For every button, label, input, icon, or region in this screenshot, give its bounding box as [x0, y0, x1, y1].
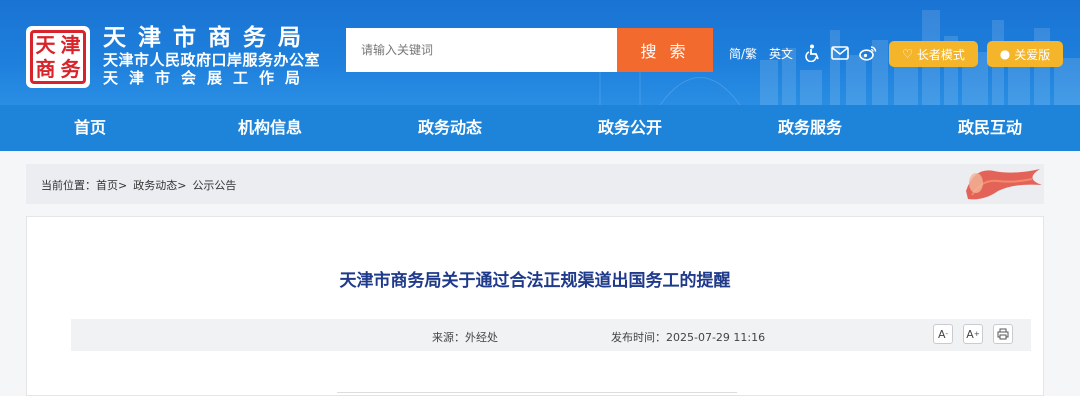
site-title-main: 天津市商务局 [103, 25, 313, 51]
font-larger-label: A [966, 327, 974, 341]
site-title-sub: 天津市人民政府口岸服务办公室 [103, 51, 321, 69]
elder-mode-label: 长者模式 [916, 47, 965, 62]
weibo-icon[interactable] [859, 45, 877, 61]
site-header: 天 津 商 务 天津市商务局 天津市人民政府口岸服务办公室 天津市会展工作局 搜… [0, 0, 1080, 105]
site-titles: 天津市商务局 天津市人民政府口岸服务办公室 天津市会展工作局 [103, 25, 320, 87]
article-panel: 天津市商务局关于通过合法正规渠道出国务工的提醒 来源：外经处 发布时间：2025… [26, 216, 1044, 396]
nav-item-public-interaction[interactable]: 政民互动 [900, 105, 1080, 151]
care-icon: ● [999, 47, 1011, 61]
breadcrumb-trail: 当前位置： 首页> 政务动态> 公示公告 [41, 177, 236, 193]
header-tools: 简/繁 英文 [729, 44, 887, 62]
english-link[interactable]: 英文 [769, 45, 793, 62]
seal-char: 津 [60, 33, 81, 57]
site-title-sub2: 天津市会展工作局 [103, 69, 312, 87]
breadcrumb-news[interactable]: 政务动态> [133, 177, 186, 193]
seal-char: 务 [60, 57, 81, 81]
elder-icon: ♡ [902, 47, 913, 61]
nav-item-government-news[interactable]: 政务动态 [360, 105, 540, 151]
simplified-traditional-toggle[interactable]: 简/繁 [729, 45, 757, 62]
wheelchair-icon[interactable] [805, 44, 821, 62]
article-date: 发布时间：2025-07-29 11:16 [611, 331, 766, 344]
nav-item-home[interactable]: 首页 [0, 105, 180, 151]
font-larger-button[interactable]: A + [963, 324, 983, 344]
seal-char: 商 [35, 57, 56, 81]
elder-mode-button[interactable]: ♡ 长者模式 [889, 41, 978, 67]
breadcrumb-prefix: 当前位置： [41, 179, 96, 192]
seal-mark: 天 津 商 务 [30, 30, 86, 84]
care-version-label: 关爱版 [1014, 47, 1051, 62]
site-logo[interactable]: 天 津 商 务 [26, 26, 90, 88]
breadcrumb: 当前位置： 首页> 政务动态> 公示公告 [26, 164, 1044, 204]
care-version-button[interactable]: ● 关爱版 [987, 41, 1063, 67]
nav-item-organization[interactable]: 机构信息 [180, 105, 360, 151]
breadcrumb-notices[interactable]: 公示公告 [192, 177, 236, 193]
breadcrumb-home[interactable]: 首页> [96, 177, 127, 193]
main-nav: 首页 机构信息 政务动态 政务公开 政务服务 政民互动 [0, 105, 1080, 151]
article-title: 天津市商务局关于通过合法正规渠道出国务工的提醒 [339, 271, 731, 291]
search-button[interactable]: 搜 索 [617, 28, 713, 72]
article-meta-bar: 来源：外经处 发布时间：2025-07-29 11:16 A- A + [71, 319, 1031, 351]
ribbon-decoration [966, 169, 1042, 200]
seal-char: 天 [35, 33, 56, 57]
mail-icon[interactable] [831, 46, 849, 60]
printer-icon[interactable] [993, 324, 1013, 344]
search-input[interactable] [346, 28, 618, 72]
nav-item-government-services[interactable]: 政务服务 [720, 105, 900, 151]
article-source: 来源：外经处 [432, 331, 498, 344]
font-smaller-label: A [937, 327, 946, 341]
nav-item-government-disclosure[interactable]: 政务公开 [540, 105, 720, 151]
font-smaller-button[interactable]: A- [933, 324, 953, 344]
